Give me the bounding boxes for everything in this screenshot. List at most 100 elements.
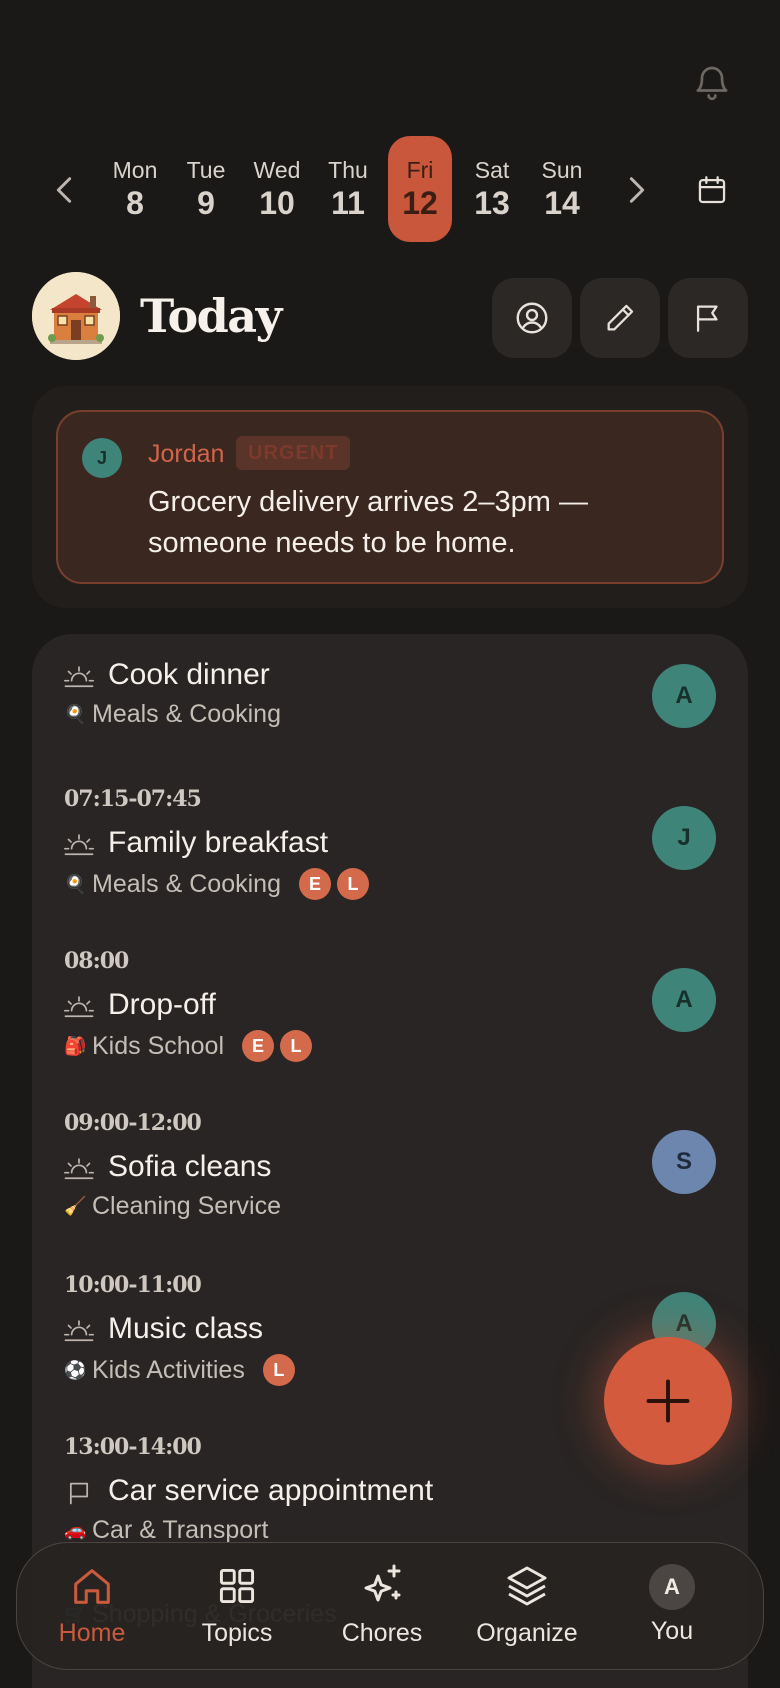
category-icon: 🍳 (64, 873, 87, 894)
calendar-button[interactable] (688, 166, 736, 214)
week-strip: Mon 8 Tue 9 Wed 10 Thu 11 Fri 12 Sat 13 Sun 14 (0, 136, 780, 244)
sender-avatar: J (82, 438, 122, 478)
task-time: 09:00-12:00 (64, 1110, 202, 1136)
assignee-avatar[interactable]: S (652, 1130, 716, 1194)
task-category: 🧹 Cleaning Service (64, 1192, 281, 1221)
task-title: Car service appointment (108, 1474, 434, 1507)
urgent-message-card[interactable]: J Jordan URGENT Grocery delivery arrives… (56, 410, 724, 584)
task-category: ⚽ Kids Activities L (64, 1354, 295, 1386)
day-name: Tue (186, 157, 226, 183)
assignee-avatar[interactable]: J (652, 806, 716, 870)
house-illustration-icon (32, 272, 120, 360)
flag-button[interactable] (668, 278, 748, 358)
day-tue[interactable]: Tue 9 (174, 136, 238, 242)
day-name: Sat (474, 157, 510, 183)
task-item[interactable]: 08:00 Drop-off 🎒 Kids School E L A (32, 948, 748, 1098)
day-wed[interactable]: Wed 10 (245, 136, 309, 242)
task-category: 🍳 Meals & Cooking E L (64, 868, 369, 900)
message-section: J Jordan URGENT Grocery delivery arrives… (32, 386, 748, 608)
task-title: Drop-off (108, 988, 216, 1021)
add-task-button[interactable] (604, 1337, 732, 1465)
nav-label: You (650, 1617, 694, 1645)
household-logo[interactable] (32, 272, 120, 360)
notifications-button[interactable] (689, 60, 735, 106)
edit-button[interactable] (580, 278, 660, 358)
category-label: Car & Transport (92, 1516, 269, 1544)
category-icon: 🧹 (64, 1196, 87, 1216)
day-name: Fri (406, 157, 434, 183)
task-list: Cook dinner 🍳 Meals & Cooking A 07:15-07:45 F… (32, 634, 748, 1688)
day-mon[interactable]: Mon 8 (103, 136, 167, 242)
participant-badges: EL (242, 1030, 313, 1062)
next-week-button[interactable] (619, 170, 655, 210)
calendar-icon (698, 176, 726, 204)
task-item[interactable]: 07:15-07:45 Family breakfast 🍳 Meals & Cook… (32, 786, 748, 936)
sender-name: Jordan (148, 440, 225, 468)
nav-organize[interactable]: Organize (462, 1561, 592, 1657)
task-title: Cook dinner (108, 658, 270, 691)
nav-label: Organize (476, 1619, 578, 1647)
task-time: 13:00-14:00 (64, 1434, 202, 1460)
nav-label: Home (58, 1619, 126, 1647)
task-title: Music class (108, 1312, 264, 1345)
participant-badge: L (280, 1030, 313, 1062)
nav-topics[interactable]: Topics (172, 1561, 302, 1657)
sunrise-icon (62, 992, 96, 1022)
day-sun[interactable]: Sun 14 (530, 136, 594, 242)
category-icon: 🚗 (64, 1520, 87, 1540)
participant-badge: L (262, 1354, 295, 1386)
day-fri[interactable]: Fri 12 (388, 136, 452, 242)
day-name: Mon (112, 157, 158, 183)
sunrise-icon (62, 1154, 96, 1184)
participant-badge: E (242, 1030, 275, 1062)
bottom-navigation: Home Topics Chores Organize A You (16, 1542, 764, 1670)
sunrise-icon (62, 662, 96, 692)
assignee-avatar[interactable]: A (652, 664, 716, 728)
avatar: A (649, 1564, 695, 1610)
assignee-avatar[interactable]: A (652, 968, 716, 1032)
plus-icon (646, 1379, 690, 1423)
nav-chores[interactable]: Chores (317, 1561, 447, 1657)
message-text: Grocery delivery arrives 2–3pm — someone… (148, 482, 708, 564)
page-title: Today (140, 289, 282, 343)
profile-button[interactable] (492, 278, 572, 358)
category-label: Kids School (92, 1031, 225, 1060)
nav-you[interactable]: A You (607, 1561, 737, 1657)
day-sat[interactable]: Sat 13 (460, 136, 524, 242)
flag-icon (62, 1478, 96, 1508)
category-label: Cleaning Service (92, 1192, 281, 1220)
sunrise-icon (62, 1316, 96, 1346)
sparkles-icon (364, 1564, 401, 1602)
layers-icon (507, 1566, 547, 1606)
category-icon: ⚽ (64, 1359, 87, 1380)
home-icon (74, 1569, 110, 1604)
message-text-line: Grocery delivery arrives 2–3pm — (148, 486, 588, 518)
day-number: 13 (474, 185, 510, 221)
day-number: 10 (259, 185, 295, 221)
pencil-icon (607, 304, 634, 331)
participant-badge: L (336, 868, 369, 900)
day-thu[interactable]: Thu 11 (316, 136, 380, 242)
category-label: Meals & Cooking (92, 700, 281, 728)
category-label: Meals & Cooking (92, 869, 281, 898)
task-title: Family breakfast (108, 826, 329, 859)
chevron-right-icon (629, 177, 645, 203)
participant-badges: EL (298, 868, 369, 900)
grid-icon (219, 1568, 255, 1604)
today-screen: Mon 8 Tue 9 Wed 10 Thu 11 Fri 12 Sat 13 Sun 14 Today (0, 0, 780, 1688)
task-item[interactable]: 09:00-12:00 Sofia cleans 🧹 Cleaning Service… (32, 1110, 748, 1260)
sunrise-icon (62, 830, 96, 860)
category-label: Kids Activities (92, 1355, 245, 1384)
day-number: 14 (544, 185, 580, 221)
task-category: 🎒 Kids School E L (64, 1030, 313, 1062)
previous-week-button[interactable] (46, 170, 82, 210)
task-category: 🍳 Meals & Cooking (64, 700, 281, 729)
message-text-line: someone needs to be home. (148, 527, 516, 559)
nav-home[interactable]: Home (27, 1561, 157, 1657)
flag-icon (696, 305, 718, 332)
task-time: 07:15-07:45 (64, 786, 202, 812)
category-icon: 🎒 (64, 1035, 87, 1056)
day-number: 9 (197, 185, 215, 221)
task-time: 10:00-11:00 (64, 1272, 202, 1298)
day-name: Thu (328, 157, 368, 183)
